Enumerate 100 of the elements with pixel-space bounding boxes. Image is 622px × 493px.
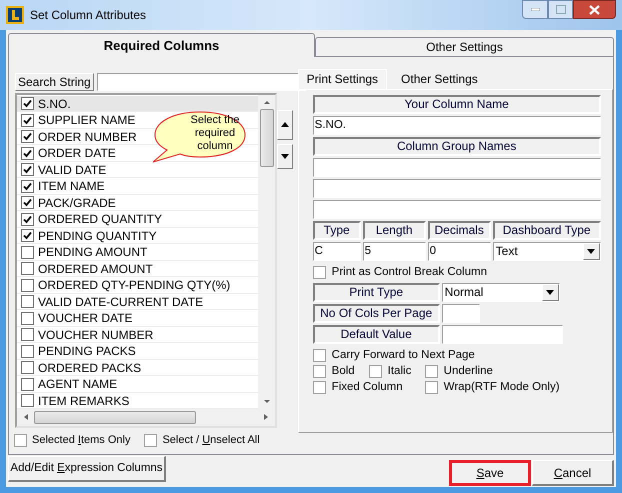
attribute-field[interactable]: C [312, 242, 361, 261]
group-name-field[interactable] [312, 178, 601, 198]
checkbox[interactable] [424, 380, 438, 394]
column-list-item[interactable]: ORDERED QTY-PENDING QTY(%) [17, 277, 258, 294]
field-label: Default Value [312, 324, 440, 344]
search-label: Search String [15, 72, 94, 91]
column-list-item[interactable]: ORDERED PACKS [17, 360, 258, 376]
checkbox[interactable] [21, 295, 34, 308]
tab[interactable]: Required Columns [8, 32, 315, 57]
vertical-scrollbar[interactable] [258, 94, 275, 409]
checkbox[interactable] [21, 114, 34, 127]
checkbox[interactable] [21, 180, 34, 193]
checkbox[interactable] [21, 328, 34, 342]
field-header: Type [312, 220, 361, 240]
close-button[interactable] [573, 0, 616, 19]
move-down-button[interactable] [277, 144, 293, 169]
field-header: Dashboard Type [492, 220, 601, 240]
checkbox[interactable] [21, 246, 34, 259]
checkbox-label: Selected Items Only [32, 432, 130, 448]
down-arrow-icon [280, 154, 289, 159]
save-button[interactable]: Save [449, 460, 531, 486]
checkbox[interactable] [21, 196, 34, 210]
attribute-field[interactable]: 0 [428, 242, 491, 261]
tab[interactable]: Other Settings [315, 36, 614, 57]
checkbox[interactable] [312, 348, 326, 362]
checkbox-label: Fixed Column [332, 380, 403, 395]
expression-columns-button[interactable]: Add/Edit Expression Columns [8, 456, 166, 482]
horizontal-scrollbar[interactable] [17, 408, 275, 426]
checkbox[interactable] [368, 364, 382, 378]
checkbox[interactable] [21, 394, 34, 408]
close-icon [589, 4, 600, 14]
column-list-item[interactable]: VOUCHER NUMBER [17, 326, 258, 344]
checkbox[interactable] [21, 97, 34, 110]
column-list-item[interactable]: PACK/GRADE [17, 194, 258, 212]
dropdown-caret-icon[interactable] [542, 284, 559, 301]
checkbox-label: Select / Unselect All [162, 432, 260, 448]
column-name-field[interactable]: S.NO. [312, 116, 601, 135]
up-arrow-icon [280, 122, 289, 128]
checkbox[interactable] [424, 364, 438, 378]
cancel-button[interactable]: Cancel [532, 460, 614, 486]
column-list-item[interactable]: ITEM REMARKS [17, 392, 258, 409]
cols-per-page-field[interactable] [442, 304, 480, 323]
column-list-item[interactable]: VALID DATE-CURRENT DATE [17, 294, 258, 310]
checkbox-label: Print as Control Break Column [332, 265, 487, 280]
group-name-field[interactable] [312, 200, 601, 219]
column-group-header: Column Group Names [312, 136, 601, 156]
app-logo-icon [6, 6, 24, 24]
checkbox[interactable] [21, 344, 34, 358]
scroll-right-icon[interactable] [263, 413, 269, 422]
column-list-item[interactable]: PENDING AMOUNT [17, 244, 258, 261]
field-label: No Of Cols Per Page [312, 304, 440, 323]
checkbox-label: Wrap(RTF Mode Only) [444, 380, 560, 395]
checkbox[interactable] [21, 378, 34, 391]
scroll-left-icon[interactable] [23, 413, 29, 422]
minimize-button[interactable] [522, 0, 548, 19]
checkbox[interactable] [144, 434, 158, 447]
column-list-item[interactable]: ORDERED AMOUNT [17, 260, 258, 278]
checkbox[interactable] [312, 364, 326, 378]
checkbox-label: Bold [332, 364, 355, 379]
default-value-field[interactable] [442, 324, 563, 344]
move-up-button[interactable] [277, 110, 293, 140]
column-list-item[interactable]: AGENT NAME [17, 376, 258, 393]
attribute-field[interactable]: 5 [362, 242, 426, 261]
column-list-item[interactable]: ITEM NAME [17, 178, 258, 195]
checkbox[interactable] [21, 212, 34, 226]
column-list-item[interactable]: PENDING PACKS [17, 343, 258, 360]
column-list-item[interactable]: ORDERED QUANTITY [17, 211, 258, 228]
checkbox[interactable] [21, 229, 34, 242]
dashboard-type-dropdown[interactable]: Text [492, 242, 601, 261]
group-name-field[interactable] [312, 158, 601, 177]
minimize-icon [530, 8, 540, 11]
caret-icon [546, 290, 554, 295]
checkbox-label: Italic [388, 364, 412, 379]
maximize-icon [556, 5, 566, 14]
dropdown-caret-icon[interactable] [582, 242, 600, 260]
maximize-button[interactable] [548, 0, 573, 19]
checkbox[interactable] [312, 266, 326, 280]
checkbox[interactable] [21, 312, 34, 325]
checkbox[interactable] [21, 130, 34, 144]
column-list-item[interactable]: VALID DATE [17, 162, 258, 178]
column-list-item[interactable]: VOUCHER DATE [17, 310, 258, 327]
scrollbar-thumb[interactable] [260, 108, 274, 167]
checkbox-label: Underline [444, 364, 493, 379]
checkbox[interactable] [21, 278, 34, 292]
checkbox[interactable] [21, 146, 34, 160]
field-header: Length [362, 220, 426, 240]
checkbox[interactable] [21, 262, 34, 276]
column-name-header: Your Column Name [312, 94, 601, 114]
column-list-item[interactable]: PENDING QUANTITY [17, 228, 258, 244]
column-list-item[interactable]: S.NO. [17, 96, 258, 112]
field-label: Print Type [312, 282, 440, 302]
checkbox[interactable] [312, 380, 326, 394]
search-field[interactable] [96, 72, 306, 91]
checkbox[interactable] [14, 434, 27, 447]
print-type-dropdown[interactable]: Normal [442, 282, 560, 302]
scrollbar-thumb[interactable] [34, 410, 196, 424]
tab[interactable]: Print Settings [298, 68, 388, 89]
checkbox[interactable] [21, 163, 34, 176]
window-title: Set Column Attributes [30, 7, 146, 24]
checkbox[interactable] [21, 361, 34, 374]
